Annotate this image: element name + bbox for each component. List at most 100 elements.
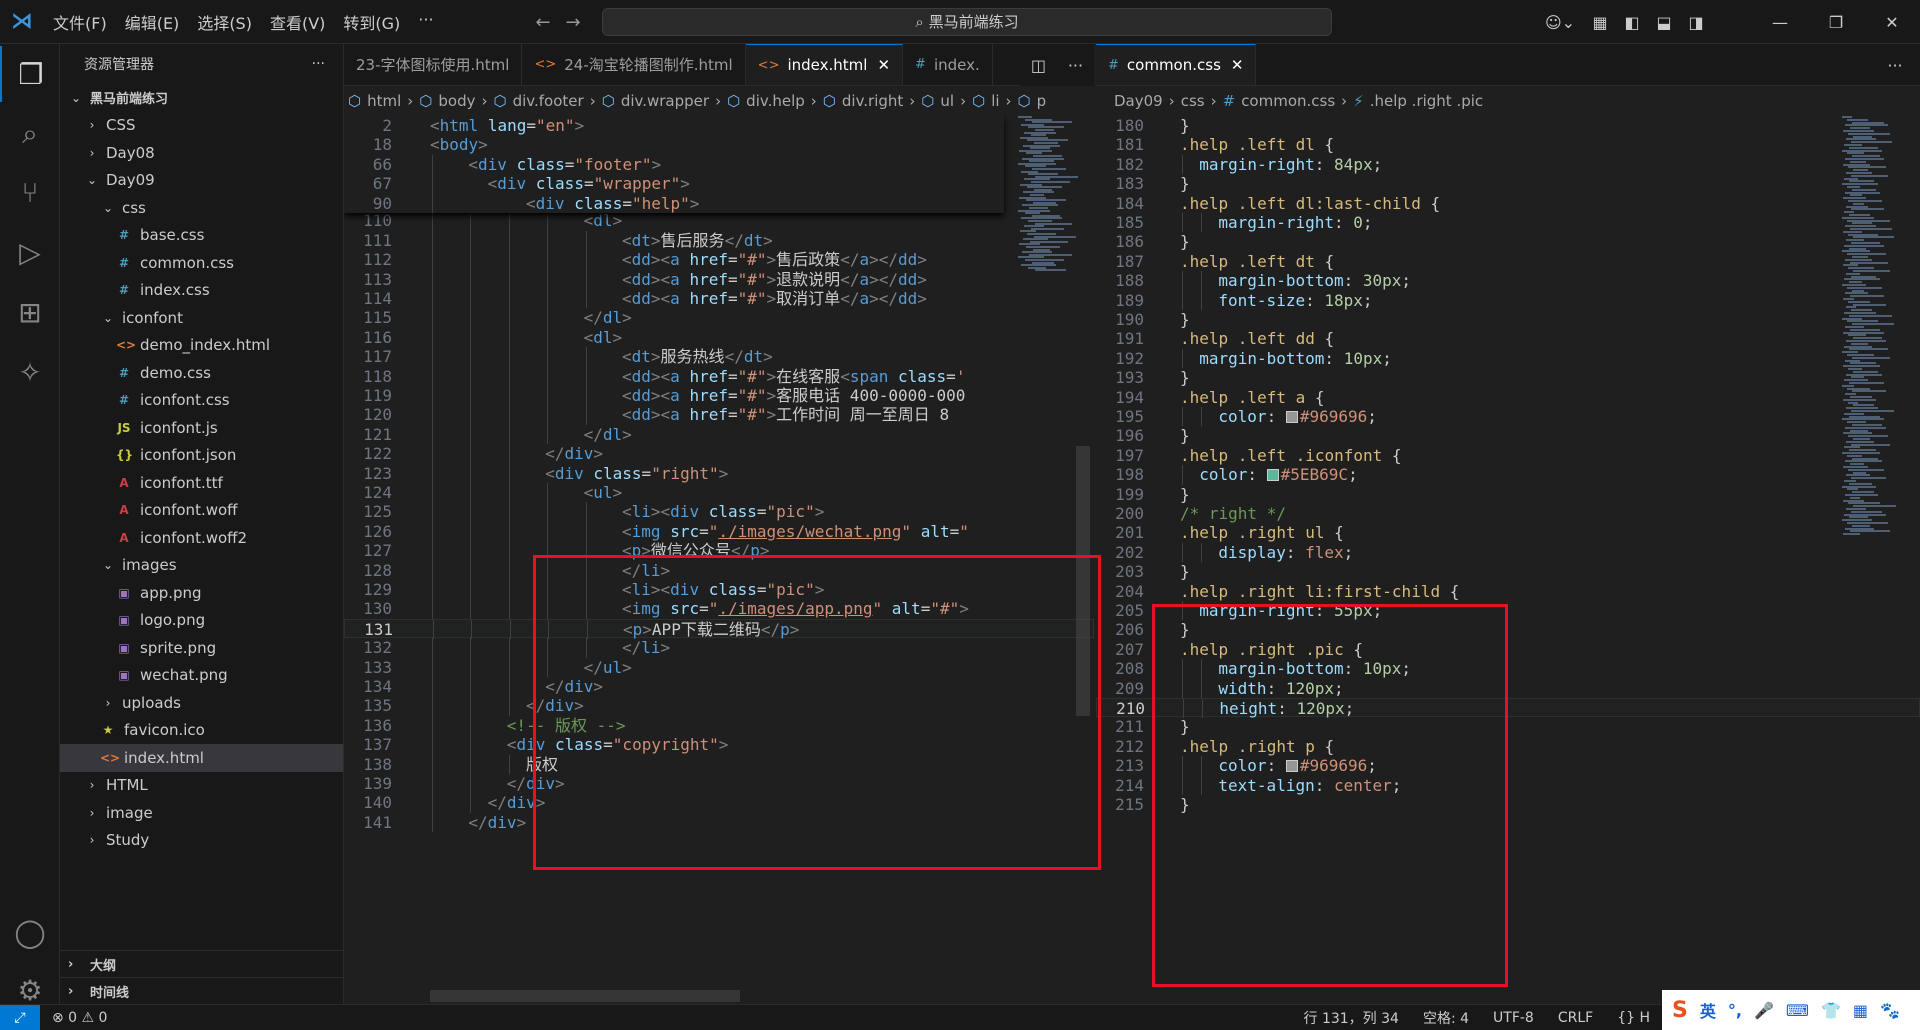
- breadcrumb-item[interactable]: div.footer: [513, 92, 584, 110]
- toggle-secondary-sidebar-icon[interactable]: ◨: [1680, 13, 1712, 32]
- back-arrow-icon[interactable]: ←: [528, 12, 558, 33]
- editor-tab[interactable]: 23-字体图标使用.html: [344, 44, 523, 85]
- breadcrumb-item[interactable]: ul: [940, 92, 954, 110]
- folder-item[interactable]: › Day08: [60, 139, 343, 167]
- more-actions-icon[interactable]: ···: [1068, 56, 1083, 75]
- minimap[interactable]: [1840, 116, 1910, 536]
- breadcrumb-item[interactable]: Day09: [1114, 92, 1163, 110]
- minimap-line: [1846, 306, 1856, 309]
- file-item[interactable]: ▣ wechat.png: [60, 662, 343, 690]
- folder-item[interactable]: ⌄ css: [60, 194, 343, 222]
- explorer-icon[interactable]: ❐: [0, 46, 60, 102]
- file-item[interactable]: ▣ sprite.png: [60, 634, 343, 662]
- file-item[interactable]: ★ favicon.ico: [60, 717, 343, 745]
- editor-tab[interactable]: <> 24-淘宝轮播图制作.html: [522, 44, 746, 85]
- file-item[interactable]: {} iconfont.json: [60, 442, 343, 470]
- close-icon[interactable]: ✕: [1864, 13, 1920, 32]
- file-item[interactable]: # base.css: [60, 222, 343, 250]
- file-item[interactable]: Aiconfont.woff2: [60, 524, 343, 552]
- explorer-more-button[interactable]: ···: [312, 56, 325, 72]
- forward-arrow-icon[interactable]: →: [558, 12, 588, 33]
- editor-tab[interactable]: # index.: [903, 44, 993, 85]
- editor-tab[interactable]: <> index.html ✕: [745, 44, 904, 85]
- tab-close-icon[interactable]: ✕: [877, 56, 890, 74]
- menu-item[interactable]: 文件(F): [44, 10, 116, 34]
- folder-item[interactable]: ⌄ 黑马前端练习: [60, 84, 343, 112]
- problems-indicator[interactable]: ⊗ 0 ⚠ 0: [52, 1010, 107, 1026]
- restore-icon[interactable]: ❐: [1808, 13, 1864, 32]
- file-item[interactable]: # demo.css: [60, 359, 343, 387]
- indent-guide: [508, 308, 510, 328]
- remote-indicator[interactable]: ⤢: [0, 1004, 40, 1030]
- remote-explorer-icon[interactable]: ✧: [0, 344, 60, 400]
- file-item[interactable]: <> index.html: [60, 744, 343, 772]
- ime-item[interactable]: °,: [1728, 1001, 1742, 1020]
- file-item[interactable]: ▣ app.png: [60, 579, 343, 607]
- file-item[interactable]: # index.css: [60, 277, 343, 305]
- file-item[interactable]: JS iconfont.js: [60, 414, 343, 442]
- ime-item[interactable]: S: [1672, 998, 1688, 1023]
- language-mode[interactable]: {} H: [1617, 1010, 1650, 1026]
- minimap[interactable]: [1014, 116, 1078, 276]
- ime-item[interactable]: ▦: [1853, 1001, 1868, 1020]
- file-item[interactable]: ▣ logo.png: [60, 607, 343, 635]
- ime-item[interactable]: 🐾: [1880, 1001, 1900, 1020]
- menu-item[interactable]: 选择(S): [188, 10, 261, 34]
- extensions-icon[interactable]: ⊞: [0, 284, 60, 340]
- breadcrumb-item[interactable]: div.help: [746, 92, 805, 110]
- menu-item[interactable]: 编辑(E): [116, 10, 189, 34]
- command-center-search[interactable]: ⌕ 黑马前端练习: [602, 8, 1332, 36]
- cursor-position[interactable]: 行 131，列 34: [1304, 1008, 1399, 1028]
- folder-item[interactable]: ⌄ Day09: [60, 167, 343, 195]
- horizontal-scrollbar-thumb[interactable]: [430, 990, 740, 1002]
- folder-item[interactable]: › image: [60, 799, 343, 827]
- breadcrumb-item[interactable]: li: [991, 92, 999, 110]
- search-icon[interactable]: ⌕: [0, 106, 60, 162]
- folder-item[interactable]: › HTML: [60, 772, 343, 800]
- ime-item[interactable]: 👕: [1821, 1001, 1841, 1020]
- file-item[interactable]: <> demo_index.html: [60, 332, 343, 360]
- menu-item[interactable]: ···: [409, 10, 442, 34]
- indentation[interactable]: 空格: 4: [1423, 1008, 1469, 1028]
- timeline-section[interactable]: › 时间线: [60, 977, 344, 1004]
- breadcrumb-item[interactable]: common.css: [1241, 92, 1335, 110]
- breadcrumb-item[interactable]: .help .right .pic: [1370, 92, 1483, 110]
- code-line: 120 <dd><a href="#">工作时间 周一至周日 8: [344, 405, 1094, 425]
- file-item[interactable]: Aiconfont.ttf: [60, 469, 343, 497]
- more-actions-icon[interactable]: ···: [1887, 56, 1902, 75]
- split-editor-icon[interactable]: ◫: [1031, 56, 1046, 75]
- toggle-panel-icon[interactable]: ⬓: [1648, 13, 1680, 32]
- ime-item[interactable]: ⌨: [1786, 1001, 1809, 1020]
- minimap-line: [1842, 183, 1878, 186]
- breadcrumb-item[interactable]: body: [438, 92, 475, 110]
- folder-item[interactable]: › CSS: [60, 112, 343, 140]
- breadcrumb-item[interactable]: div.wrapper: [621, 92, 709, 110]
- outline-section[interactable]: › 大纲: [60, 950, 344, 977]
- folder-item[interactable]: ⌄ images: [60, 552, 343, 580]
- ime-item[interactable]: 🎤: [1754, 1001, 1774, 1020]
- breadcrumb-item[interactable]: div.right: [842, 92, 903, 110]
- folder-item[interactable]: › Study: [60, 827, 343, 855]
- breadcrumb-item[interactable]: p: [1037, 92, 1047, 110]
- customize-layout-icon[interactable]: ▦: [1584, 13, 1616, 32]
- ime-item[interactable]: 英: [1700, 998, 1716, 1022]
- run-debug-icon[interactable]: ▷: [0, 224, 60, 280]
- copilot-icon[interactable]: ☺⌄: [1536, 13, 1584, 32]
- line-ending[interactable]: CRLF: [1558, 1010, 1593, 1026]
- accounts-icon[interactable]: ◯: [0, 904, 60, 960]
- minimize-icon[interactable]: —: [1752, 13, 1808, 32]
- folder-item[interactable]: › uploads: [60, 689, 343, 717]
- file-item[interactable]: # iconfont.css: [60, 387, 343, 415]
- tab-close-icon[interactable]: ✕: [1231, 56, 1244, 74]
- menu-item[interactable]: 转到(G): [334, 10, 409, 34]
- menu-item[interactable]: 查看(V): [261, 10, 334, 34]
- encoding[interactable]: UTF-8: [1493, 1010, 1534, 1026]
- file-item[interactable]: Aiconfont.woff: [60, 497, 343, 525]
- toggle-sidebar-icon[interactable]: ◧: [1616, 13, 1648, 32]
- breadcrumb-item[interactable]: html: [367, 92, 401, 110]
- folder-item[interactable]: ⌄ iconfont: [60, 304, 343, 332]
- source-control-icon[interactable]: ⑂: [0, 164, 60, 220]
- breadcrumb-item[interactable]: css: [1181, 92, 1205, 110]
- file-item[interactable]: # common.css: [60, 249, 343, 277]
- editor-tab[interactable]: # common.css ✕: [1096, 44, 1257, 85]
